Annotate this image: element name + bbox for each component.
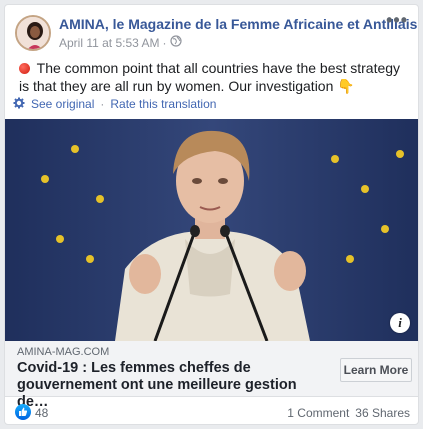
engagement-counts: 1 Comment 36 Shares <box>287 406 410 420</box>
like-count[interactable]: 48 <box>35 406 48 420</box>
translation-bar: See original · Rate this translation <box>13 97 216 111</box>
link-domain: AMINA-MAG.COM <box>17 346 110 358</box>
post-card: AMINA, le Magazine de la Femme Africaine… <box>4 4 419 425</box>
post-message: The common point that all countries have… <box>19 59 409 95</box>
page-avatar[interactable] <box>15 15 51 51</box>
page-name-link[interactable]: AMINA, le Magazine de la Femme Africaine… <box>59 16 418 32</box>
post-stats: 48 1 Comment 36 Shares <box>5 403 418 423</box>
like-reaction-icon[interactable] <box>15 404 31 420</box>
pointing-down-icon: 👇 <box>337 78 355 94</box>
comment-count[interactable]: 1 Comment <box>287 406 349 420</box>
ellipsis-icon[interactable]: ••• <box>386 11 408 29</box>
link-preview-footer[interactable]: AMINA-MAG.COM Covid-19 : Les femmes chef… <box>5 341 418 410</box>
translation-separator: · <box>100 97 105 111</box>
red-circle-icon <box>19 63 30 74</box>
info-icon[interactable]: i <box>390 313 410 333</box>
link-preview-image[interactable]: i <box>5 119 418 341</box>
learn-more-button[interactable]: Learn More <box>340 358 412 382</box>
globe-icon[interactable] <box>169 35 182 50</box>
rate-translation-link[interactable]: Rate this translation <box>110 97 216 111</box>
share-count[interactable]: 36 Shares <box>355 406 410 420</box>
post-timestamp[interactable]: April 11 at 5:53 AM <box>59 36 160 50</box>
post-meta: April 11 at 5:53 AM · <box>59 35 182 50</box>
post-header: AMINA, le Magazine de la Femme Africaine… <box>13 11 418 53</box>
meta-separator: · <box>162 35 167 50</box>
see-original-link[interactable]: See original <box>31 97 94 111</box>
